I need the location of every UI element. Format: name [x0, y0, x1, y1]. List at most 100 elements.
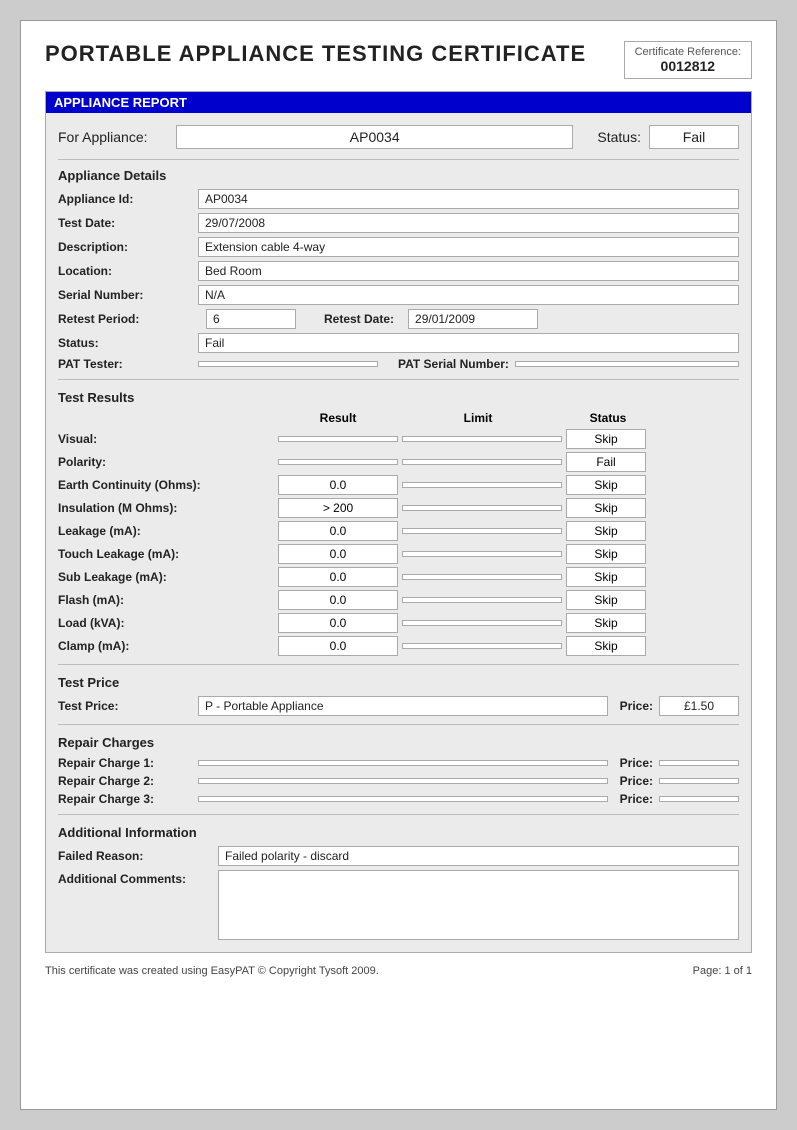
- tr-row-result[interactable]: 0.0: [278, 567, 398, 587]
- tr-row-status[interactable]: Skip: [566, 636, 646, 656]
- appliance-report-header: APPLIANCE REPORT: [46, 92, 751, 113]
- test-result-rows: Visual:Skip Polarity: Fail Earth Continuity…: [58, 429, 739, 656]
- tr-row-label: Touch Leakage (mA):: [58, 547, 278, 561]
- tr-row-status[interactable]: Skip: [566, 613, 646, 633]
- price-value[interactable]: £1.50: [659, 696, 739, 716]
- test-price-row: Test Price: P - Portable Appliance Price…: [58, 696, 739, 716]
- additional-info-title: Additional Information: [58, 825, 739, 840]
- appliance-id-row: Appliance Id: AP0034: [58, 189, 739, 209]
- tr-row-limit[interactable]: [402, 574, 562, 580]
- tr-row-label: Leakage (mA):: [58, 524, 278, 538]
- pat-tester-row: PAT Tester: PAT Serial Number:: [58, 357, 739, 371]
- tr-row-limit[interactable]: [402, 505, 562, 511]
- retest-period-label: Retest Period:: [58, 312, 198, 326]
- tr-row-label: Earth Continuity (Ohms):: [58, 478, 278, 492]
- test-result-row: Sub Leakage (mA):0.0 Skip: [58, 567, 739, 587]
- tr-row-limit[interactable]: [402, 620, 562, 626]
- repair-price-label: Price:: [620, 774, 653, 788]
- appliance-id-value[interactable]: AP0034: [198, 189, 739, 209]
- tr-row-status[interactable]: Fail: [566, 452, 646, 472]
- tr-row-result[interactable]: 0.0: [278, 521, 398, 541]
- tr-row-result[interactable]: 0.0: [278, 544, 398, 564]
- description-value[interactable]: Extension cable 4-way: [198, 237, 739, 257]
- repair-charge-label: Repair Charge 3:: [58, 792, 198, 806]
- tr-row-result[interactable]: [278, 436, 398, 442]
- tr-row-result[interactable]: 0.0: [278, 613, 398, 633]
- tr-row-result[interactable]: 0.0: [278, 590, 398, 610]
- serial-number-row: Serial Number: N/A: [58, 285, 739, 305]
- additional-comments-label: Additional Comments:: [58, 870, 218, 886]
- pat-tester-value[interactable]: [198, 361, 378, 367]
- test-price-value[interactable]: P - Portable Appliance: [198, 696, 608, 716]
- tr-row-status[interactable]: Skip: [566, 544, 646, 564]
- test-result-row: Visual:Skip: [58, 429, 739, 449]
- failed-reason-value[interactable]: Failed polarity - discard: [218, 846, 739, 866]
- tr-row-label: Polarity:: [58, 455, 278, 469]
- tr-row-status[interactable]: Skip: [566, 475, 646, 495]
- tr-row-limit[interactable]: [402, 482, 562, 488]
- retest-period-value[interactable]: 6: [206, 309, 296, 329]
- repair-charge-label: Repair Charge 2:: [58, 774, 198, 788]
- tr-row-result[interactable]: 0.0: [278, 636, 398, 656]
- tr-row-result[interactable]: [278, 459, 398, 465]
- tr-row-label: Clamp (mA):: [58, 639, 278, 653]
- repair-charge-desc[interactable]: [198, 796, 608, 802]
- description-label: Description:: [58, 240, 198, 254]
- footer-left: This certificate was created using EasyP…: [45, 965, 379, 977]
- tr-row-label: Sub Leakage (mA):: [58, 570, 278, 584]
- cert-ref-label: Certificate Reference:: [635, 46, 741, 58]
- status-field-value[interactable]: Fail: [198, 333, 739, 353]
- repair-charge-desc[interactable]: [198, 760, 608, 766]
- retest-row: Retest Period: 6 Retest Date: 29/01/2009: [58, 309, 739, 329]
- tr-row-status[interactable]: Skip: [566, 498, 646, 518]
- location-value[interactable]: Bed Room: [198, 261, 739, 281]
- retest-date-value[interactable]: 29/01/2009: [408, 309, 538, 329]
- repair-charge-row: Repair Charge 2: Price:: [58, 774, 739, 788]
- tr-row-status[interactable]: Skip: [566, 590, 646, 610]
- repair-price-value[interactable]: [659, 760, 739, 766]
- footer: This certificate was created using EasyP…: [45, 965, 752, 977]
- test-result-row: Touch Leakage (mA):0.0 Skip: [58, 544, 739, 564]
- repair-price-value[interactable]: [659, 778, 739, 784]
- additional-comments-value[interactable]: [218, 870, 739, 940]
- tr-col-limit-header: Limit: [398, 411, 558, 425]
- repair-price-value[interactable]: [659, 796, 739, 802]
- tr-row-status[interactable]: Skip: [566, 567, 646, 587]
- tr-row-limit[interactable]: [402, 597, 562, 603]
- tr-row-label: Insulation (M Ohms):: [58, 501, 278, 515]
- tr-row-limit[interactable]: [402, 459, 562, 465]
- test-result-row: Clamp (mA):0.0 Skip: [58, 636, 739, 656]
- tr-row-status[interactable]: Skip: [566, 429, 646, 449]
- repair-price-label: Price:: [620, 756, 653, 770]
- serial-number-value[interactable]: N/A: [198, 285, 739, 305]
- appliance-id-label: Appliance Id:: [58, 192, 198, 206]
- appliance-details-title: Appliance Details: [58, 168, 739, 183]
- cert-ref-box: Certificate Reference: 0012812: [624, 41, 752, 79]
- status-field-row: Status: Fail: [58, 333, 739, 353]
- test-result-row: Load (kVA):0.0Skip: [58, 613, 739, 633]
- tr-row-limit[interactable]: [402, 551, 562, 557]
- tr-row-result[interactable]: 0.0: [278, 475, 398, 495]
- pat-serial-label: PAT Serial Number:: [398, 357, 509, 371]
- tr-row-limit[interactable]: [402, 528, 562, 534]
- header-row: PORTABLE APPLIANCE TESTING CERTIFICATE C…: [45, 41, 752, 79]
- for-appliance-value[interactable]: AP0034: [176, 125, 573, 149]
- pat-serial-value[interactable]: [515, 361, 739, 367]
- test-result-row: Earth Continuity (Ohms):0.0 Skip: [58, 475, 739, 495]
- price-label: Price:: [620, 699, 653, 713]
- test-price-label: Test Price:: [58, 699, 198, 713]
- test-date-label: Test Date:: [58, 216, 198, 230]
- location-row: Location: Bed Room: [58, 261, 739, 281]
- repair-charge-label: Repair Charge 1:: [58, 756, 198, 770]
- repair-charge-desc[interactable]: [198, 778, 608, 784]
- status-value[interactable]: Fail: [649, 125, 739, 149]
- tr-row-result[interactable]: > 200: [278, 498, 398, 518]
- tr-row-limit[interactable]: [402, 643, 562, 649]
- status-field-label: Status:: [58, 336, 198, 350]
- test-date-value[interactable]: 29/07/2008: [198, 213, 739, 233]
- tr-row-limit[interactable]: [402, 436, 562, 442]
- tr-row-status[interactable]: Skip: [566, 521, 646, 541]
- failed-reason-row: Failed Reason: Failed polarity - discard: [58, 846, 739, 866]
- test-result-row: Insulation (M Ohms):> 200 Skip: [58, 498, 739, 518]
- main-content: APPLIANCE REPORT For Appliance: AP0034 S…: [45, 91, 752, 953]
